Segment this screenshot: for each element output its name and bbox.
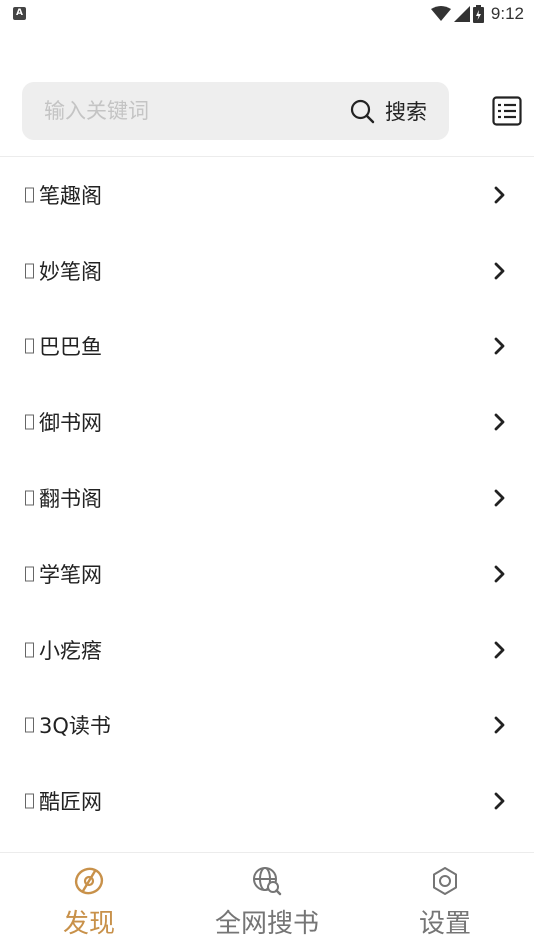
chevron-right-icon bbox=[494, 717, 505, 734]
globe-search-icon bbox=[253, 867, 282, 896]
list-item[interactable]: 御书网 bbox=[0, 384, 534, 460]
source-list: 笔趣阁 妙笔阁 巴巴鱼 御书网 翻书阁 学笔网 小疙瘩 3Q读书 酷匠网 bbox=[0, 157, 534, 839]
chevron-right-icon bbox=[494, 413, 505, 431]
chevron-right-icon bbox=[494, 641, 505, 659]
list-item-label: 酷匠网 bbox=[39, 790, 102, 815]
list-item[interactable]: 学笔网 bbox=[0, 536, 534, 612]
missing-glyph-icon bbox=[25, 490, 34, 506]
signal-icon bbox=[453, 6, 470, 22]
missing-glyph-icon bbox=[25, 338, 34, 354]
list-item-label: 巴巴鱼 bbox=[39, 335, 102, 360]
list-icon bbox=[492, 96, 522, 126]
list-item[interactable]: 小疙瘩 bbox=[0, 612, 534, 688]
search-icon bbox=[350, 99, 375, 123]
chevron-right-icon bbox=[494, 186, 505, 204]
status-bar: A 9:12 bbox=[0, 0, 534, 28]
tab-label: 发现 bbox=[62, 909, 115, 939]
list-item-label: 妙笔阁 bbox=[39, 259, 102, 284]
list-menu-button[interactable] bbox=[492, 96, 522, 126]
status-icons: 9:12 bbox=[430, 4, 524, 24]
list-item[interactable]: 酷匠网 bbox=[0, 763, 534, 839]
missing-glyph-icon bbox=[25, 717, 34, 733]
list-item-label: 小疙瘩 bbox=[39, 638, 102, 663]
list-item-label: 3Q读书 bbox=[39, 714, 111, 739]
search-input[interactable] bbox=[44, 82, 324, 140]
battery-icon bbox=[472, 5, 484, 23]
tab-label: 设置 bbox=[418, 909, 471, 939]
missing-glyph-icon bbox=[25, 263, 34, 279]
list-item[interactable]: 笔趣阁 bbox=[0, 157, 534, 233]
status-time: 9:12 bbox=[490, 4, 524, 23]
chevron-right-icon bbox=[494, 489, 505, 507]
missing-glyph-icon bbox=[25, 793, 34, 809]
missing-glyph-icon bbox=[25, 414, 34, 430]
wifi-icon bbox=[430, 6, 451, 21]
missing-glyph-icon bbox=[25, 566, 34, 582]
notification-icon: A bbox=[13, 7, 26, 20]
tab-discover[interactable]: 发现 bbox=[0, 853, 178, 950]
gear-icon bbox=[433, 867, 457, 895]
tab-settings[interactable]: 设置 bbox=[356, 853, 534, 950]
list-item[interactable]: 3Q读书 bbox=[0, 688, 534, 764]
search-button[interactable]: 搜索 bbox=[350, 82, 427, 140]
missing-glyph-icon bbox=[25, 187, 34, 203]
chevron-right-icon bbox=[494, 792, 505, 810]
compass-icon bbox=[74, 867, 104, 895]
missing-glyph-icon bbox=[25, 642, 34, 658]
tab-search-all[interactable]: 全网搜书 bbox=[178, 853, 356, 950]
chevron-right-icon bbox=[494, 338, 505, 355]
chevron-right-icon bbox=[494, 565, 505, 583]
search-row: 搜索 bbox=[22, 82, 522, 140]
tab-label: 全网搜书 bbox=[214, 909, 319, 939]
list-item-label: 翻书阁 bbox=[39, 487, 102, 512]
bottom-nav: 发现 全网搜书 设置 bbox=[0, 853, 534, 950]
search-box: 搜索 bbox=[22, 82, 449, 140]
chevron-right-icon bbox=[494, 262, 505, 280]
search-button-label: 搜索 bbox=[385, 100, 427, 124]
list-item-label: 御书网 bbox=[39, 411, 102, 436]
list-item[interactable]: 巴巴鱼 bbox=[0, 309, 534, 385]
list-item-label: 学笔网 bbox=[39, 562, 102, 587]
list-item[interactable]: 翻书阁 bbox=[0, 460, 534, 536]
list-item-label: 笔趣阁 bbox=[39, 183, 102, 208]
list-item[interactable]: 妙笔阁 bbox=[0, 233, 534, 309]
